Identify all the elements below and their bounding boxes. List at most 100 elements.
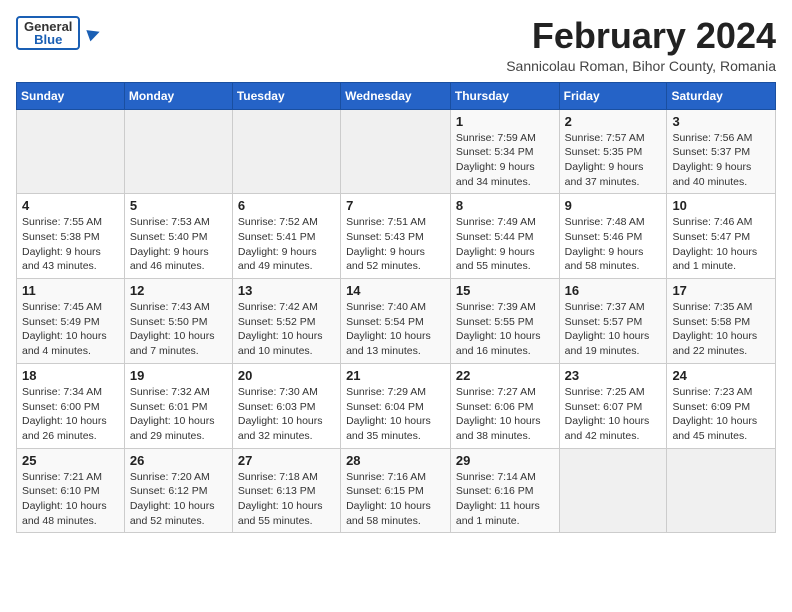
calendar-cell bbox=[124, 109, 232, 194]
calendar-cell: 12 Sunrise: 7:43 AM Sunset: 5:50 PM Dayli… bbox=[124, 279, 232, 364]
calendar-cell: 13 Sunrise: 7:42 AM Sunset: 5:52 PM Dayli… bbox=[232, 279, 340, 364]
logo-bird-icon: ► bbox=[81, 19, 107, 47]
location-subtitle: Sannicolau Roman, Bihor County, Romania bbox=[506, 58, 776, 74]
calendar-cell: 14Sunrise: 7:40 AM Sunset: 5:54 PM Dayli… bbox=[341, 279, 451, 364]
day-info: Sunrise: 7:25 AM Sunset: 6:07 PM Dayligh… bbox=[565, 385, 662, 444]
calendar-cell: 3Sunrise: 7:56 AM Sunset: 5:37 PM Daylig… bbox=[667, 109, 776, 194]
calendar-week-row: 4 Sunrise: 7:55 AM Sunset: 5:38 PM Daylig… bbox=[17, 194, 776, 279]
day-info: Sunrise: 7:34 AM Sunset: 6:00 PM Dayligh… bbox=[22, 385, 119, 444]
day-info: Sunrise: 7:14 AM Sunset: 6:16 PM Dayligh… bbox=[456, 470, 554, 529]
day-info: Sunrise: 7:59 AM Sunset: 5:34 PM Dayligh… bbox=[456, 131, 554, 190]
calendar-cell bbox=[667, 448, 776, 533]
day-number: 7 bbox=[346, 198, 445, 213]
day-number: 26 bbox=[130, 453, 227, 468]
calendar-cell: 5Sunrise: 7:53 AM Sunset: 5:40 PM Daylig… bbox=[124, 194, 232, 279]
day-number: 10 bbox=[672, 198, 770, 213]
calendar-week-row: 25Sunrise: 7:21 AM Sunset: 6:10 PM Dayli… bbox=[17, 448, 776, 533]
calendar-day-header: Friday bbox=[559, 82, 667, 109]
day-info: Sunrise: 7:23 AM Sunset: 6:09 PM Dayligh… bbox=[672, 385, 770, 444]
day-number: 1 bbox=[456, 114, 554, 129]
calendar-cell: 29 Sunrise: 7:14 AM Sunset: 6:16 PM Dayli… bbox=[450, 448, 559, 533]
day-info: Sunrise: 7:51 AM Sunset: 5:43 PM Dayligh… bbox=[346, 215, 445, 274]
day-number: 18 bbox=[22, 368, 119, 383]
day-info: Sunrise: 7:52 AM Sunset: 5:41 PM Dayligh… bbox=[238, 215, 335, 274]
day-info: Sunrise: 7:49 AM Sunset: 5:44 PM Dayligh… bbox=[456, 215, 554, 274]
page-header: General Blue ► February 2024 Sannicolau … bbox=[16, 16, 776, 74]
calendar-cell: 10 Sunrise: 7:46 AM Sunset: 5:47 PM Dayli… bbox=[667, 194, 776, 279]
day-number: 23 bbox=[565, 368, 662, 383]
day-info: Sunrise: 7:53 AM Sunset: 5:40 PM Dayligh… bbox=[130, 215, 227, 274]
calendar-cell: 2 Sunrise: 7:57 AM Sunset: 5:35 PM Daylig… bbox=[559, 109, 667, 194]
day-number: 27 bbox=[238, 453, 335, 468]
calendar-day-header: Wednesday bbox=[341, 82, 451, 109]
day-info: Sunrise: 7:57 AM Sunset: 5:35 PM Dayligh… bbox=[565, 131, 662, 190]
day-info: Sunrise: 7:29 AM Sunset: 6:04 PM Dayligh… bbox=[346, 385, 445, 444]
logo-blue-text: Blue bbox=[34, 33, 62, 46]
day-info: Sunrise: 7:48 AM Sunset: 5:46 PM Dayligh… bbox=[565, 215, 662, 274]
calendar-day-header: Thursday bbox=[450, 82, 559, 109]
day-number: 13 bbox=[238, 283, 335, 298]
day-info: Sunrise: 7:35 AM Sunset: 5:58 PM Dayligh… bbox=[672, 300, 770, 359]
calendar-day-header: Monday bbox=[124, 82, 232, 109]
calendar-week-row: 11 Sunrise: 7:45 AM Sunset: 5:49 PM Dayli… bbox=[17, 279, 776, 364]
calendar-cell: 15 Sunrise: 7:39 AM Sunset: 5:55 PM Dayli… bbox=[450, 279, 559, 364]
calendar-cell: 6 Sunrise: 7:52 AM Sunset: 5:41 PM Daylig… bbox=[232, 194, 340, 279]
calendar-cell: 20 Sunrise: 7:30 AM Sunset: 6:03 PM Dayli… bbox=[232, 363, 340, 448]
day-info: Sunrise: 7:45 AM Sunset: 5:49 PM Dayligh… bbox=[22, 300, 119, 359]
day-number: 24 bbox=[672, 368, 770, 383]
month-title: February 2024 bbox=[506, 16, 776, 56]
day-info: Sunrise: 7:18 AM Sunset: 6:13 PM Dayligh… bbox=[238, 470, 335, 529]
day-info: Sunrise: 7:21 AM Sunset: 6:10 PM Dayligh… bbox=[22, 470, 119, 529]
day-number: 21 bbox=[346, 368, 445, 383]
calendar-cell: 27 Sunrise: 7:18 AM Sunset: 6:13 PM Dayli… bbox=[232, 448, 340, 533]
calendar-cell: 17 Sunrise: 7:35 AM Sunset: 5:58 PM Dayli… bbox=[667, 279, 776, 364]
day-number: 16 bbox=[565, 283, 662, 298]
day-info: Sunrise: 7:20 AM Sunset: 6:12 PM Dayligh… bbox=[130, 470, 227, 529]
calendar-cell: 11 Sunrise: 7:45 AM Sunset: 5:49 PM Dayli… bbox=[17, 279, 125, 364]
day-number: 29 bbox=[456, 453, 554, 468]
day-number: 4 bbox=[22, 198, 119, 213]
calendar-cell: 25Sunrise: 7:21 AM Sunset: 6:10 PM Dayli… bbox=[17, 448, 125, 533]
calendar-cell: 19Sunrise: 7:32 AM Sunset: 6:01 PM Dayli… bbox=[124, 363, 232, 448]
title-section: February 2024 Sannicolau Roman, Bihor Co… bbox=[506, 16, 776, 74]
calendar-cell: 26 Sunrise: 7:20 AM Sunset: 6:12 PM Dayli… bbox=[124, 448, 232, 533]
day-number: 8 bbox=[456, 198, 554, 213]
calendar-table: SundayMondayTuesdayWednesdayThursdayFrid… bbox=[16, 82, 776, 534]
day-number: 17 bbox=[672, 283, 770, 298]
day-info: Sunrise: 7:30 AM Sunset: 6:03 PM Dayligh… bbox=[238, 385, 335, 444]
calendar-cell: 28 Sunrise: 7:16 AM Sunset: 6:15 PM Dayli… bbox=[341, 448, 451, 533]
day-info: Sunrise: 7:56 AM Sunset: 5:37 PM Dayligh… bbox=[672, 131, 770, 190]
calendar-cell: 16 Sunrise: 7:37 AM Sunset: 5:57 PM Dayli… bbox=[559, 279, 667, 364]
day-number: 28 bbox=[346, 453, 445, 468]
day-info: Sunrise: 7:27 AM Sunset: 6:06 PM Dayligh… bbox=[456, 385, 554, 444]
day-info: Sunrise: 7:39 AM Sunset: 5:55 PM Dayligh… bbox=[456, 300, 554, 359]
calendar-cell bbox=[559, 448, 667, 533]
day-info: Sunrise: 7:55 AM Sunset: 5:38 PM Dayligh… bbox=[22, 215, 119, 274]
calendar-day-header: Tuesday bbox=[232, 82, 340, 109]
day-info: Sunrise: 7:46 AM Sunset: 5:47 PM Dayligh… bbox=[672, 215, 770, 274]
logo: General Blue ► bbox=[16, 16, 104, 50]
day-info: Sunrise: 7:43 AM Sunset: 5:50 PM Dayligh… bbox=[130, 300, 227, 359]
calendar-cell: 1 Sunrise: 7:59 AM Sunset: 5:34 PM Daylig… bbox=[450, 109, 559, 194]
day-info: Sunrise: 7:32 AM Sunset: 6:01 PM Dayligh… bbox=[130, 385, 227, 444]
day-info: Sunrise: 7:42 AM Sunset: 5:52 PM Dayligh… bbox=[238, 300, 335, 359]
calendar-cell bbox=[17, 109, 125, 194]
calendar-cell: 8 Sunrise: 7:49 AM Sunset: 5:44 PM Daylig… bbox=[450, 194, 559, 279]
calendar-cell: 22Sunrise: 7:27 AM Sunset: 6:06 PM Dayli… bbox=[450, 363, 559, 448]
day-info: Sunrise: 7:40 AM Sunset: 5:54 PM Dayligh… bbox=[346, 300, 445, 359]
logo-box: General Blue bbox=[16, 16, 80, 50]
calendar-cell: 23 Sunrise: 7:25 AM Sunset: 6:07 PM Dayli… bbox=[559, 363, 667, 448]
day-number: 2 bbox=[565, 114, 662, 129]
calendar-cell bbox=[341, 109, 451, 194]
day-info: Sunrise: 7:16 AM Sunset: 6:15 PM Dayligh… bbox=[346, 470, 445, 529]
calendar-cell: 21 Sunrise: 7:29 AM Sunset: 6:04 PM Dayli… bbox=[341, 363, 451, 448]
calendar-day-header: Sunday bbox=[17, 82, 125, 109]
day-number: 11 bbox=[22, 283, 119, 298]
day-number: 12 bbox=[130, 283, 227, 298]
day-number: 6 bbox=[238, 198, 335, 213]
calendar-header-row: SundayMondayTuesdayWednesdayThursdayFrid… bbox=[17, 82, 776, 109]
calendar-week-row: 18 Sunrise: 7:34 AM Sunset: 6:00 PM Dayli… bbox=[17, 363, 776, 448]
day-number: 20 bbox=[238, 368, 335, 383]
day-number: 15 bbox=[456, 283, 554, 298]
day-info: Sunrise: 7:37 AM Sunset: 5:57 PM Dayligh… bbox=[565, 300, 662, 359]
